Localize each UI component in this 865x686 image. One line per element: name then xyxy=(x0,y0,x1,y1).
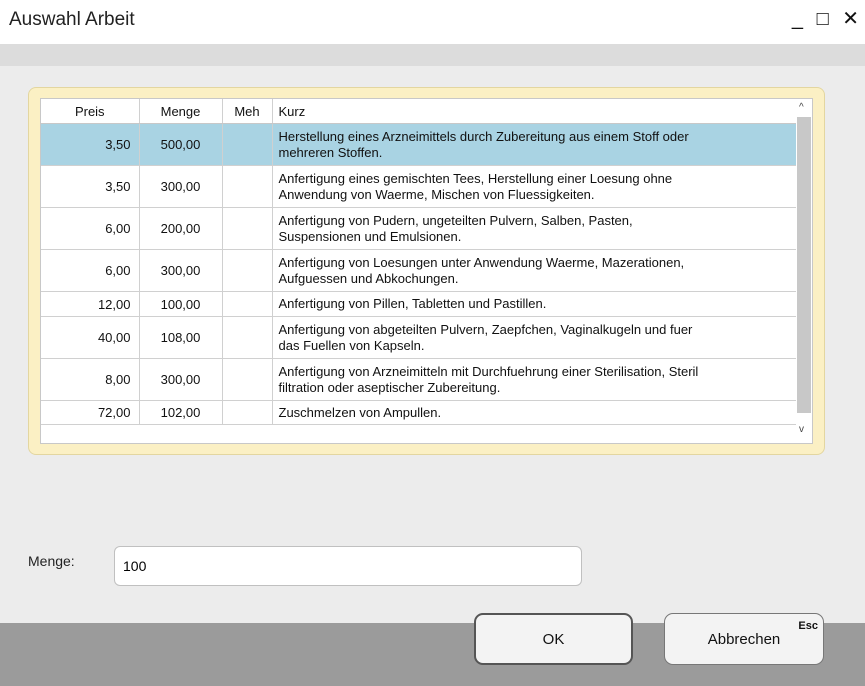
cell-kurz: Anfertigung von Loesungen unter Anwendun… xyxy=(272,249,797,292)
close-icon[interactable]: ✕ xyxy=(842,6,863,31)
cell-kurz-line: Zuschmelzen von Ampullen. xyxy=(278,404,442,420)
cell-meh xyxy=(222,400,273,425)
cell-kurz: Anfertigung von Pudern, ungeteilten Pulv… xyxy=(272,207,797,250)
cell-menge: 300,00 xyxy=(139,165,223,208)
cell-kurz-line: das Fuellen von Kapseln. xyxy=(278,337,425,353)
scroll-thumb[interactable] xyxy=(797,117,811,413)
window-title: Auswahl Arbeit xyxy=(9,9,135,30)
window-controls: _ □ ✕ xyxy=(792,6,863,31)
cell-menge: 300,00 xyxy=(139,249,223,292)
cell-menge: 200,00 xyxy=(139,207,223,250)
table-row[interactable]: 6,00 300,00 Anfertigung von Loesungen un… xyxy=(41,249,797,292)
scroll-down-icon[interactable]: v xyxy=(799,424,804,435)
menge-input[interactable] xyxy=(114,546,582,586)
column-header-kurz[interactable]: Kurz xyxy=(272,99,797,124)
cell-kurz-line: Aufguessen und Abkochungen. xyxy=(278,270,459,286)
cell-kurz-line: Anfertigung von Loesungen unter Anwendun… xyxy=(278,254,685,270)
cancel-button[interactable]: Abbrechen Esc xyxy=(664,613,824,665)
cell-kurz-line: filtration oder aseptischer Zubereitung. xyxy=(278,379,501,395)
minimize-icon[interactable]: _ xyxy=(792,8,807,31)
cell-menge: 500,00 xyxy=(139,123,223,166)
table-row[interactable]: 6,00 200,00 Anfertigung von Pudern, unge… xyxy=(41,207,797,250)
cell-meh xyxy=(222,358,273,401)
cell-menge: 100,00 xyxy=(139,291,223,317)
cell-menge: 108,00 xyxy=(139,316,223,359)
scroll-up-icon[interactable]: ^ xyxy=(799,102,804,113)
cell-kurz-line: Anfertigung von abgeteilten Pulvern, Zae… xyxy=(278,321,693,337)
table-row[interactable]: 3,50 500,00 Herstellung eines Arzneimitt… xyxy=(41,123,797,166)
column-header-menge[interactable]: Menge xyxy=(139,99,223,124)
cancel-button-label: Abbrechen xyxy=(707,630,781,648)
table-header: Preis Menge Meh Kurz xyxy=(41,99,797,124)
maximize-icon[interactable]: □ xyxy=(817,8,833,31)
table-row[interactable]: 8,00 300,00 Anfertigung von Arzneimittel… xyxy=(41,358,797,401)
header-stripe xyxy=(0,44,865,66)
cell-kurz: Anfertigung eines gemischten Tees, Herst… xyxy=(272,165,797,208)
cell-preis: 40,00 xyxy=(41,316,140,359)
cell-kurz-line: Suspensionen und Emulsionen. xyxy=(278,228,462,244)
cell-meh xyxy=(222,316,273,359)
cell-preis: 8,00 xyxy=(41,358,140,401)
menge-label: Menge: xyxy=(28,553,75,569)
cell-meh xyxy=(222,249,273,292)
cell-kurz-line: mehreren Stoffen. xyxy=(278,144,383,160)
ok-button-label: OK xyxy=(542,630,565,648)
cell-preis: 3,50 xyxy=(41,165,140,208)
table-row[interactable]: 12,00 100,00 Anfertigung von Pillen, Tab… xyxy=(41,291,797,317)
cell-kurz: Zuschmelzen von Ampullen. xyxy=(272,400,797,425)
cell-meh xyxy=(222,291,273,317)
cell-kurz: Anfertigung von Pillen, Tabletten und Pa… xyxy=(272,291,797,317)
cell-kurz: Herstellung eines Arzneimittels durch Zu… xyxy=(272,123,797,166)
table-row[interactable]: 40,00 108,00 Anfertigung von abgeteilten… xyxy=(41,316,797,359)
cell-kurz-line: Anwendung von Waerme, Mischen von Fluess… xyxy=(278,186,595,202)
cell-preis: 3,50 xyxy=(41,123,140,166)
table-row[interactable]: 72,00 102,00 Zuschmelzen von Ampullen. xyxy=(41,400,797,425)
cell-meh xyxy=(222,207,273,250)
cell-kurz: Anfertigung von abgeteilten Pulvern, Zae… xyxy=(272,316,797,359)
column-header-meh[interactable]: Meh xyxy=(222,99,273,124)
title-bar: Auswahl Arbeit _ □ ✕ xyxy=(0,0,865,44)
table-row[interactable]: 3,50 300,00 Anfertigung eines gemischten… xyxy=(41,165,797,208)
cell-preis: 6,00 xyxy=(41,249,140,292)
cell-meh xyxy=(222,123,273,166)
cell-kurz-line: Anfertigung eines gemischten Tees, Herst… xyxy=(278,170,673,186)
cell-menge: 300,00 xyxy=(139,358,223,401)
cell-meh xyxy=(222,165,273,208)
work-table: Preis Menge Meh Kurz 3,50 500,00 Herstel… xyxy=(40,98,813,444)
cell-preis: 12,00 xyxy=(41,291,140,317)
cell-preis: 72,00 xyxy=(41,400,140,425)
esc-shortcut-badge: Esc xyxy=(798,620,818,632)
ok-button[interactable]: OK xyxy=(474,613,633,665)
cell-kurz-line: Anfertigung von Arzneimitteln mit Durchf… xyxy=(278,363,699,379)
cell-preis: 6,00 xyxy=(41,207,140,250)
vertical-scrollbar[interactable]: ^ v xyxy=(796,99,812,443)
cell-kurz-line: Herstellung eines Arzneimittels durch Zu… xyxy=(278,128,689,144)
cell-kurz-line: Anfertigung von Pudern, ungeteilten Pulv… xyxy=(278,212,633,228)
cell-kurz: Anfertigung von Arzneimitteln mit Durchf… xyxy=(272,358,797,401)
column-header-preis[interactable]: Preis xyxy=(41,99,140,124)
cell-kurz-line: Anfertigung von Pillen, Tabletten und Pa… xyxy=(278,296,547,311)
cell-menge: 102,00 xyxy=(139,400,223,425)
